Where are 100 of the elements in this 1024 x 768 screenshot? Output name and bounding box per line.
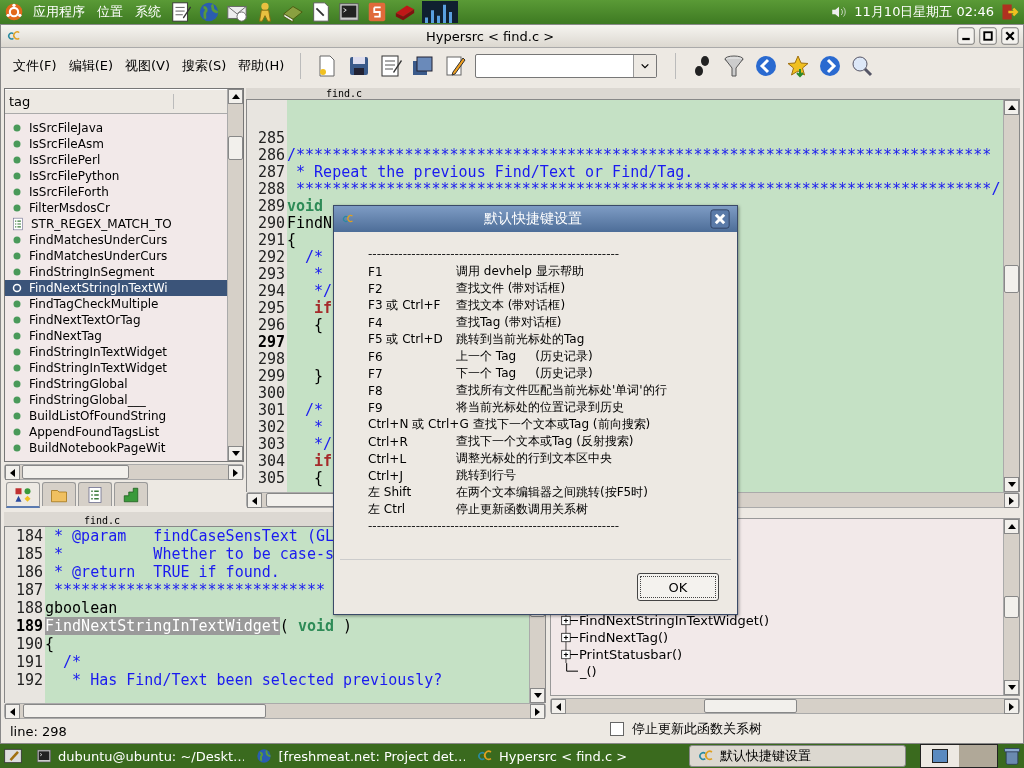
line-number: 188	[14, 599, 44, 617]
shortcut-description: 在两个文本编辑器之间跳转(按F5时)	[456, 484, 648, 501]
code-line: {	[287, 232, 297, 249]
shortcut-key: Ctrl+N 或 Ctrl+G	[368, 416, 469, 433]
dashed-separator-text: ----------------------------------------------------------	[368, 518, 621, 535]
code-line: FindN	[287, 215, 333, 232]
dialog-title: 默认快捷键设置	[482, 210, 583, 228]
dashed-separator-text: ----------------------------------------------------------	[368, 246, 621, 263]
tree-row-label: FindStringInTextWidget	[29, 361, 168, 375]
code-line: gboolean	[45, 599, 118, 617]
shortcut-key: F3 或 Ctrl+F	[368, 297, 452, 314]
line-number: 287	[256, 164, 286, 181]
shortcut-description: 查找Tag (带对话框)	[456, 314, 562, 331]
tree-row-label: STR_REGEX_MATCH_TO	[31, 217, 172, 231]
checkbox-label: 停止更新此函数关系树	[632, 720, 762, 738]
shortcut-description: 查找所有文件匹配当前光标处'单词'的行	[456, 382, 667, 399]
line-number: 300	[256, 385, 286, 402]
shortcut-key: 左 Ctrl	[368, 501, 452, 518]
line-number: 293	[256, 266, 286, 283]
tree-row-label: IsSrcFileAsm	[29, 137, 104, 151]
tree-row-label: FindStringInSegment	[29, 265, 155, 279]
shortcut-description: 查找下一个文本或Tag (反射搜索)	[456, 433, 634, 450]
shortcut-key: F5 或 Ctrl+D	[368, 331, 452, 348]
line-number: 295	[256, 300, 286, 317]
line-number: 285	[256, 130, 286, 147]
code-line: *	[313, 419, 324, 436]
column-header-label: tag	[5, 93, 174, 109]
line-number: 189	[14, 617, 44, 635]
code-line: if	[313, 300, 333, 317]
line-number: 302	[256, 419, 286, 436]
shortcut-key: Ctrl+J	[368, 468, 452, 483]
tree-row-label: FindStringGlobal___	[29, 393, 146, 407]
shortcut-description: 跳转到当前光标处的Tag	[456, 331, 585, 348]
line-number: 292	[256, 249, 286, 266]
code-line: {	[313, 470, 324, 487]
shortcut-description: 将当前光标处的位置记录到历史	[456, 399, 624, 416]
tree-row-label: IsSrcFileJava	[29, 121, 104, 135]
tree-row-label: FindTagCheckMultiple	[29, 297, 159, 311]
line-number: 291	[256, 232, 286, 249]
shortcut-key: F6	[368, 349, 452, 364]
line-number: 297	[256, 334, 286, 351]
tree-row-label: BuildListOfFoundString	[29, 409, 167, 423]
shortcut-description: 查找文件 (带对话框)	[456, 280, 566, 297]
tree-row-label: FindMatchesUnderCurs	[29, 249, 168, 263]
shortcut-description: 上一个 Tag (历史记录)	[456, 348, 593, 365]
line-number: 298	[256, 351, 286, 368]
line-number: 290	[256, 215, 286, 232]
shortcut-key: Ctrl+R	[368, 434, 452, 449]
shortcut-key: Ctrl+L	[368, 451, 452, 466]
code-line: * Has Find/Text been selected previously?	[71, 671, 443, 689]
code-line: }	[313, 368, 324, 385]
line-number: 186	[14, 563, 44, 581]
tree-row-label: FindNextTextOrTag	[29, 313, 141, 327]
shortcut-key: 左 Shift	[368, 484, 452, 501]
tree-row-label: IsSrcFileForth	[29, 185, 109, 199]
tree-row-label: FindNextStringInTextWi	[29, 281, 168, 295]
window-title: Hypersrc < find.c >	[424, 28, 556, 44]
tree-row-label: IsSrcFilePerl	[29, 153, 101, 167]
line-number: 304	[256, 453, 286, 470]
line-number: 305	[256, 470, 286, 487]
code-line: */	[313, 283, 333, 300]
line-number: 190	[14, 635, 44, 653]
code-line: * @return TRUE if found.	[53, 563, 280, 581]
line-number: 301	[256, 402, 286, 419]
code-line: /*	[304, 402, 324, 419]
line-number: 192	[14, 671, 44, 689]
shortcut-description: 查找文本 (带对话框)	[456, 297, 566, 314]
code-line: /*****************************************************************************	[287, 147, 992, 164]
tree-row-label: FindStringInTextWidget	[29, 345, 168, 359]
line-number: 184	[14, 527, 44, 545]
tree-row-label: AppendFoundTagsList	[29, 425, 160, 439]
taskbar-label: dubuntu@ubuntu: ~/Deskt…	[58, 748, 245, 764]
line-number: 303	[256, 436, 286, 453]
shortcut-description: 停止更新函数调用关系树	[456, 501, 588, 518]
shortcut-description: 查找下一个文本或Tag (前向搜索)	[472, 416, 651, 433]
code-line: /*	[304, 249, 324, 266]
shortcut-description: 跳转到行号	[456, 467, 516, 484]
code-line: *	[313, 266, 324, 283]
code-line: * Repeat the previous Find/Text or Find/Tag.	[295, 164, 694, 181]
tree-row-label: FindStringGlobal	[29, 377, 128, 391]
code-line: {	[45, 635, 55, 653]
shortcut-description: 调整光标处的行到文本区中央	[456, 450, 612, 467]
taskbar-label: [freshmeat.net: Project det…	[278, 748, 465, 764]
taskbar-label: Hypersrc < find.c >	[498, 748, 628, 764]
line-number: 294	[256, 283, 286, 300]
tree-row-label: FilterMsdosCr	[29, 201, 110, 215]
line-number: 296	[256, 317, 286, 334]
code-line: if	[313, 453, 333, 470]
shortcut-key: F9	[368, 400, 452, 415]
line-number: 289	[256, 198, 286, 215]
line-number: 187	[14, 581, 44, 599]
shortcut-key: F1	[368, 264, 452, 279]
line-number: 286	[256, 147, 286, 164]
line-number: 185	[14, 545, 44, 563]
tree-row-label: BuildNotebookPageWit	[29, 441, 166, 455]
shortcut-description: 下一个 Tag (历史记录)	[456, 365, 593, 382]
line-number: 191	[14, 653, 44, 671]
code-line: /*	[62, 653, 82, 671]
shortcut-key: F2	[368, 281, 452, 296]
code-line: void	[287, 198, 324, 215]
